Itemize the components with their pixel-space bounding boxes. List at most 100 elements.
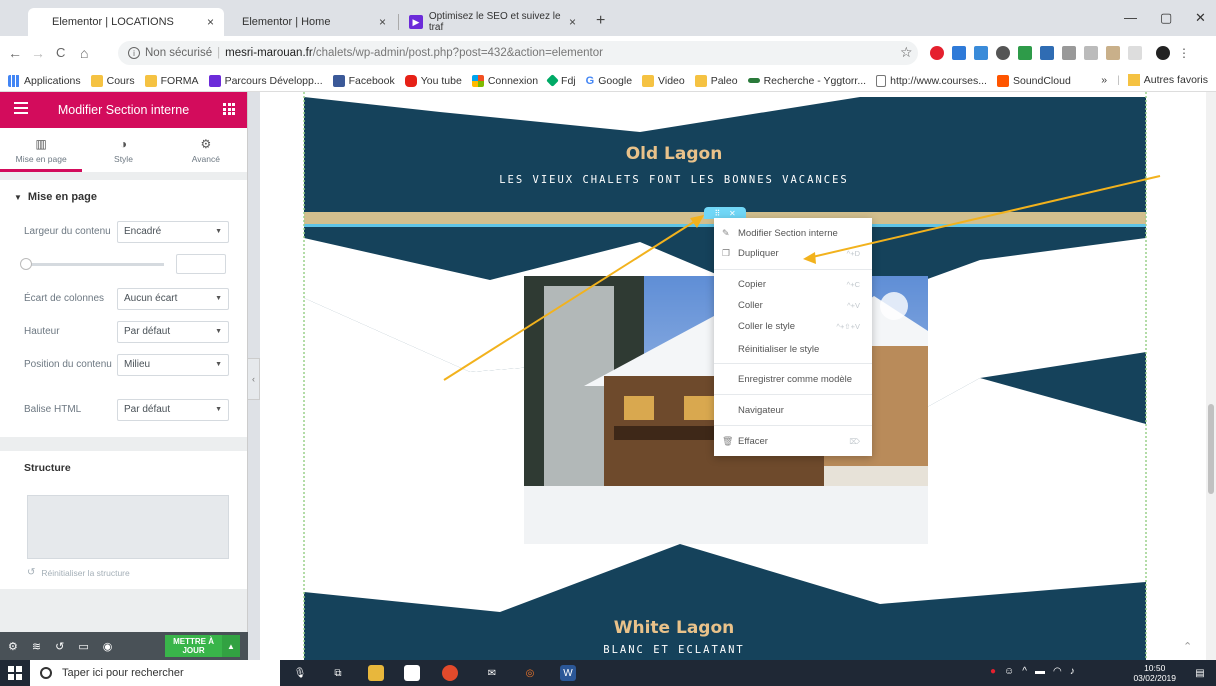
content-position-select[interactable]: Milieu ▼: [117, 353, 229, 376]
extension-icon[interactable]: [974, 46, 988, 60]
taskbar-search[interactable]: Taper ici pour rechercher: [30, 660, 280, 686]
extension-icon[interactable]: [996, 46, 1010, 60]
menu-item-effacer[interactable]: 🗑 Effacer ⌦: [714, 431, 872, 451]
extension-icon[interactable]: [1040, 46, 1054, 60]
html-tag-select[interactable]: Par défaut ▼: [117, 398, 229, 421]
collapse-panel-handle[interactable]: ‹: [248, 358, 260, 400]
close-tab-icon[interactable]: ×: [379, 15, 386, 29]
forward-button[interactable]: →: [31, 45, 45, 61]
tab-style[interactable]: ◑ Style: [82, 128, 164, 172]
word-icon[interactable]: W: [560, 665, 576, 681]
responsive-mode-icon[interactable]: ▭: [78, 640, 88, 653]
slider-handle[interactable]: [20, 257, 32, 270]
menu-item-enregistrer-modele[interactable]: Enregistrer comme modèle: [714, 369, 872, 389]
show-hidden-icons[interactable]: ^: [1022, 666, 1027, 677]
people-icon[interactable]: ☺: [1004, 666, 1014, 677]
file-explorer-icon[interactable]: [368, 665, 384, 681]
bookmark-forma[interactable]: FORMA: [144, 74, 199, 87]
reload-button[interactable]: C: [56, 45, 65, 60]
minimize-button[interactable]: —: [1124, 10, 1137, 25]
mail-icon[interactable]: ✉: [484, 665, 500, 681]
section-toggle-mise-en-page[interactable]: ▼ Mise en page: [0, 180, 247, 214]
battery-icon[interactable]: ▬: [1035, 666, 1045, 677]
menu-item-navigateur[interactable]: Navigateur: [714, 400, 872, 420]
width-slider[interactable]: [20, 257, 164, 270]
chrome-icon[interactable]: [442, 665, 458, 681]
windows-start-icon[interactable]: [8, 666, 22, 680]
bookmark-video[interactable]: Video: [642, 74, 685, 87]
close-section-icon[interactable]: ✕: [729, 209, 736, 218]
home-button[interactable]: ⌂: [80, 45, 88, 61]
history-icon[interactable]: ↺: [55, 640, 64, 653]
menu-item-coller-style[interactable]: Coller le style ^+⇧+V: [714, 316, 872, 336]
blender-icon[interactable]: ◎: [522, 665, 538, 681]
menu-item-dupliquer[interactable]: ❐ Dupliquer ^+D: [714, 243, 872, 263]
bookmark-youtube[interactable]: You tube: [404, 74, 462, 87]
menu-item-coller[interactable]: Coller ^+V: [714, 295, 872, 315]
bookmark-google[interactable]: G Google: [586, 75, 632, 87]
other-bookmarks[interactable]: » | Autres favoris: [1101, 74, 1208, 86]
camera-extension-icon[interactable]: [1062, 46, 1076, 60]
content-width-select[interactable]: Encadré ▼: [117, 220, 229, 243]
bookmark-connexion[interactable]: Connexion: [471, 74, 538, 87]
volume-icon[interactable]: ♪: [1070, 666, 1075, 677]
extension-icon[interactable]: [1128, 46, 1142, 60]
browser-menu-icon[interactable]: ⋮: [1178, 46, 1190, 60]
back-button[interactable]: ←: [8, 45, 22, 61]
reset-structure-link[interactable]: ↺ Réinitialiser la structure: [27, 567, 227, 578]
extension-icon[interactable]: [1018, 46, 1032, 60]
browser-tab-elementor-home[interactable]: Elementor | Home ×: [226, 8, 396, 36]
notifications-icon[interactable]: ▤: [1192, 665, 1208, 681]
widgets-grid-icon[interactable]: [223, 103, 235, 115]
menu-item-reinitialiser-style[interactable]: Réinitialiser le style: [714, 339, 872, 359]
bookmark-soundcloud[interactable]: SoundCloud: [996, 74, 1071, 87]
layers-icon[interactable]: ≋: [32, 640, 41, 653]
close-window-button[interactable]: ✕: [1195, 10, 1206, 26]
bookmark-paleo[interactable]: Paleo: [694, 74, 738, 87]
extension-icon[interactable]: [1084, 46, 1098, 60]
bookmark-star-icon[interactable]: ☆: [900, 44, 913, 61]
clock[interactable]: 10:50 03/02/2019: [1133, 663, 1176, 683]
store-icon[interactable]: [404, 665, 420, 681]
browser-tab-seo[interactable]: ▶ Optimisez le SEO et suivez le traf ×: [398, 11, 586, 33]
new-tab-button[interactable]: +: [596, 12, 605, 30]
hamburger-menu-icon[interactable]: [14, 102, 28, 114]
bookmark-yggtorrent[interactable]: Recherche - Yggtorr...: [747, 75, 866, 87]
microphone-icon[interactable]: 🎙: [292, 665, 308, 681]
tab-avance[interactable]: ⚙ Avancé: [165, 128, 247, 172]
menu-item-modifier[interactable]: ✎ Modifier Section interne: [714, 223, 872, 243]
opera-extension-icon[interactable]: [930, 46, 944, 60]
bookmark-cours[interactable]: Cours: [90, 74, 135, 87]
scrollbar-thumb[interactable]: [1208, 404, 1214, 494]
menu-item-copier[interactable]: Copier ^+C: [714, 274, 872, 294]
column-gap-select[interactable]: Aucun écart ▼: [117, 287, 229, 310]
bookmark-applications[interactable]: Applications: [8, 74, 81, 87]
info-icon[interactable]: i: [128, 47, 140, 59]
scroll-to-top-icon[interactable]: ⌃: [1183, 640, 1192, 653]
drag-handle-icon[interactable]: ⠿: [714, 209, 720, 218]
wifi-icon[interactable]: ◠: [1053, 666, 1062, 677]
extension-icon[interactable]: [952, 46, 966, 60]
bookmark-fdj[interactable]: Fdj: [546, 74, 576, 87]
extension-icon[interactable]: [1106, 46, 1120, 60]
structure-preview[interactable]: [27, 495, 229, 559]
profile-avatar[interactable]: [1156, 46, 1170, 60]
close-tab-icon[interactable]: ×: [207, 15, 214, 29]
update-options-caret-icon[interactable]: ▲: [222, 635, 240, 657]
close-tab-icon[interactable]: ×: [569, 15, 576, 29]
preview-eye-icon[interactable]: ◉: [103, 640, 113, 653]
update-button[interactable]: METTRE À JOUR: [165, 635, 222, 657]
maximize-button[interactable]: ▢: [1160, 10, 1172, 26]
canvas-scrollbar[interactable]: [1206, 92, 1216, 660]
bookmark-courses[interactable]: http://www.courses...: [876, 74, 987, 87]
settings-gear-icon[interactable]: ⚙: [8, 640, 18, 653]
bookmark-facebook[interactable]: Facebook: [332, 74, 395, 87]
tray-app-icon[interactable]: ●: [990, 666, 996, 677]
browser-tab-elementor-locations[interactable]: Elementor | LOCATIONS ×: [28, 8, 224, 36]
bookmark-parcours[interactable]: Parcours Développ...: [208, 74, 323, 87]
width-number-input[interactable]: [176, 254, 226, 274]
task-view-icon[interactable]: ⧉: [330, 665, 346, 681]
tab-mise-en-page[interactable]: ▥ Mise en page: [0, 128, 83, 172]
height-select[interactable]: Par défaut ▼: [117, 320, 229, 343]
address-bar[interactable]: i Non sécurisé | mesri-marouan.fr /chale…: [118, 41, 918, 65]
